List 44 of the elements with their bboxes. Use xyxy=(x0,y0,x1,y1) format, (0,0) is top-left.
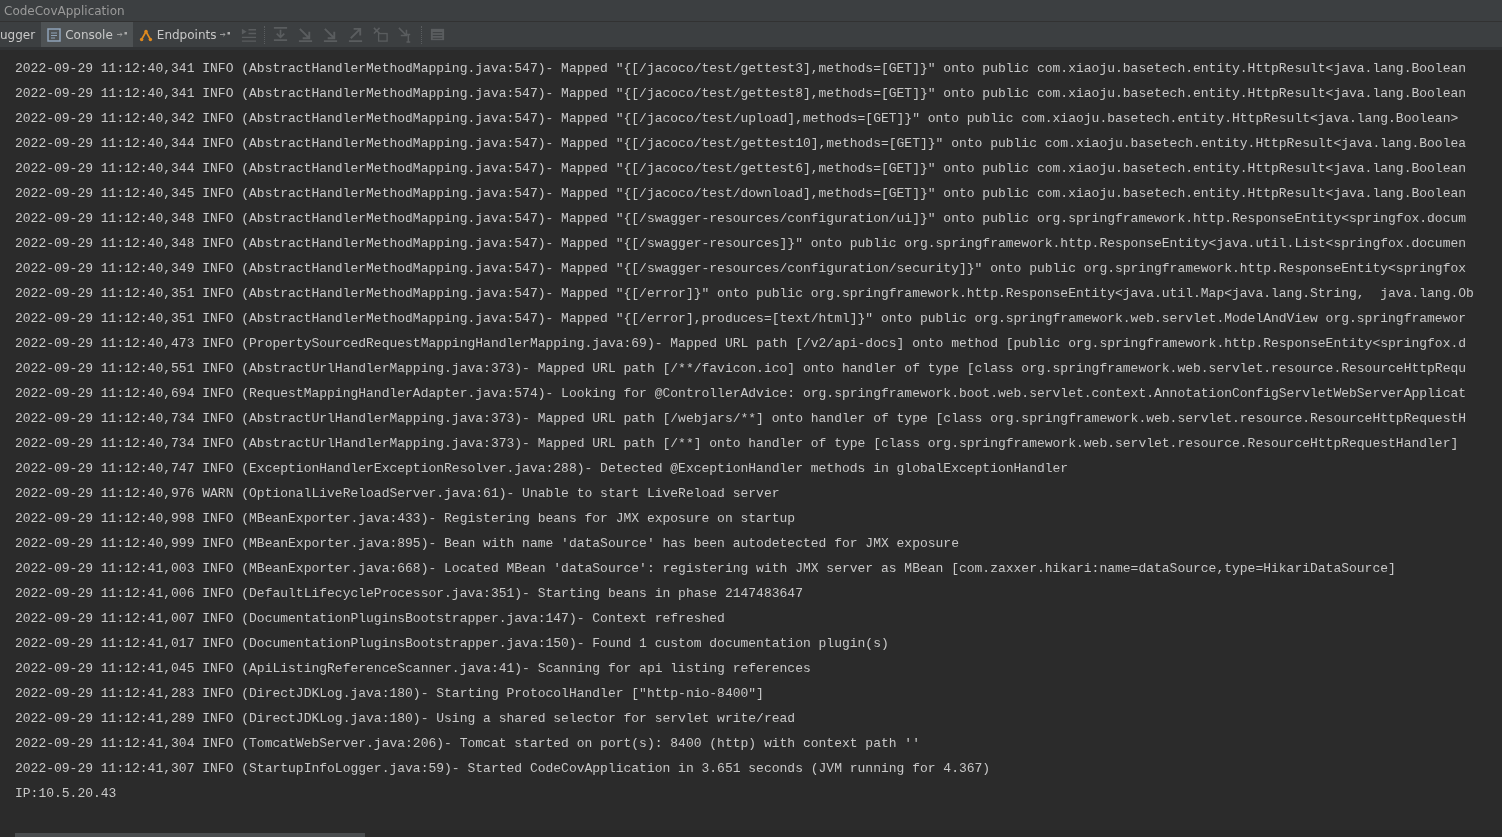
log-line: 2022-09-29 11:12:40,344 INFO (AbstractHandlerMethodMapping.java:547)- Mapped "{[/jacoco/test/gettest6],methods=[GET]}" onto public com.xiaoju.basetech.entity.HttpResult<java.lang.Boolean xyxy=(15,160,1468,178)
log-line: 2022-09-29 11:12:40,734 INFO (AbstractUrlHandlerMapping.java:373)- Mapped URL path [/webjars/**] onto handler of type [class org.springframework.web.servlet.resource.ResourceHttpRequestH xyxy=(15,410,1468,428)
log-line: 2022-09-29 11:12:40,351 INFO (AbstractHandlerMethodMapping.java:547)- Mapped "{[/error],produces=[text/html]}" onto public org.springframework.web.servlet.ModelAndView org.springframewor xyxy=(15,310,1468,328)
log-line: 2022-09-29 11:12:40,341 INFO (AbstractHandlerMethodMapping.java:547)- Mapped "{[/jacoco/test/gettest3],methods=[GET]}" onto public com.xiaoju.basetech.entity.HttpResult<java.lang.Boolean xyxy=(15,60,1468,78)
console-icon xyxy=(47,27,62,42)
log-line: 2022-09-29 11:12:40,344 INFO (AbstractHandlerMethodMapping.java:547)- Mapped "{[/jacoco/test/gettest10],methods=[GET]}" onto public com.xiaoju.basetech.entity.HttpResult<java.lang.Boolea xyxy=(15,135,1468,153)
log-line: 2022-09-29 11:12:40,342 INFO (AbstractHandlerMethodMapping.java:547)- Mapped "{[/jacoco/test/upload],methods=[GET]}" onto public com.xiaoju.basetech.entity.HttpResult<java.lang.Boolean> xyxy=(15,110,1460,128)
log-line: 2022-09-29 11:12:40,747 INFO (ExceptionHandlerExceptionResolver.java:288)- Detected @ExceptionHandler methods in globalExceptionHandler xyxy=(15,460,1070,478)
log-line: 2022-09-29 11:12:40,976 WARN (OptionalLiveReloadServer.java:61)- Unable to start LiveReload server xyxy=(15,485,781,503)
log-line: 2022-09-29 11:12:41,289 INFO (DirectJDKLog.java:180)- Using a shared selector for servlet write/read xyxy=(15,710,797,728)
arrow-down-right-icon[interactable] xyxy=(322,26,340,43)
clear-icon[interactable] xyxy=(372,26,390,43)
log-line: 2022-09-29 11:12:40,349 INFO (AbstractHandlerMethodMapping.java:547)- Mapped "{[/swagger-resources/configuration/security]}" onto public org.springframework.http.ResponseEntity<springfox xyxy=(15,260,1468,278)
log-line: IP:10.5.20.43 xyxy=(15,785,118,803)
scroll-down-icon[interactable] xyxy=(272,26,290,43)
log-line: 2022-09-29 11:12:40,473 INFO (PropertySourcedRequestMappingHandlerMapping.java:69)- Mapped URL path [/v2/api-docs] onto method [public org.springframework.http.ResponseEntity<springfox.d xyxy=(15,335,1468,353)
log-line: 2022-09-29 11:12:40,341 INFO (AbstractHandlerMethodMapping.java:547)- Mapped "{[/jacoco/test/gettest8],methods=[GET]}" onto public com.xiaoju.basetech.entity.HttpResult<java.lang.Boolean xyxy=(15,85,1468,103)
log-line: 2022-09-29 11:12:41,006 INFO (DefaultLifecycleProcessor.java:351)- Starting beans in phase 2147483647 xyxy=(15,585,804,603)
log-line: 2022-09-29 11:12:41,007 INFO (DocumentationPluginsBootstrapper.java:147)- Context refreshed xyxy=(15,610,726,628)
scrollbar-thumb[interactable] xyxy=(15,833,365,837)
scroll-to-end-icon[interactable] xyxy=(240,26,258,43)
log-line: 2022-09-29 11:12:41,017 INFO (DocumentationPluginsBootstrapper.java:150)- Found 1 custom documentation plugin(s) xyxy=(15,635,890,653)
log-line: 2022-09-29 11:12:40,351 INFO (AbstractHandlerMethodMapping.java:547)- Mapped "{[/error]}" onto public org.springframework.http.ResponseEntity<java.util.Map<java.lang.String, java.lang.Ob xyxy=(15,285,1475,303)
log-line: 2022-09-29 11:12:41,003 INFO (MBeanExporter.java:668)- Located MBean 'dataSource': registering with JMX server as MBean [com.zaxxer.hikari:name=dataSource,type=HikariDataSource] xyxy=(15,560,1397,578)
log-line: 2022-09-29 11:12:41,307 INFO (StartupInfoLogger.java:59)- Started CodeCovApplication in 3.651 seconds (JVM running for 4.367) xyxy=(15,760,992,778)
log-line: 2022-09-29 11:12:40,999 INFO (MBeanExporter.java:895)- Bean with name 'dataSource' has been autodetected for JMX exposure xyxy=(15,535,960,553)
tab[interactable]: ugger xyxy=(0,22,42,47)
tab[interactable]: Endpoints xyxy=(132,22,237,47)
log-line: 2022-09-29 11:12:40,348 INFO (AbstractHandlerMethodMapping.java:547)- Mapped "{[/swagger-resources/configuration/ui]}" onto public org.springframework.http.ResponseEntity<springfox.docum xyxy=(15,210,1468,228)
log-line: 2022-09-29 11:12:41,283 INFO (DirectJDKLog.java:180)- Starting ProtocolHandler ["http-nio-8400"] xyxy=(15,685,765,703)
tab[interactable]: Console xyxy=(41,22,133,47)
log-line: 2022-09-29 11:12:40,998 INFO (MBeanExporter.java:433)- Registering beans for JMX exposure on startup xyxy=(15,510,797,528)
log-line: 2022-09-29 11:12:40,348 INFO (AbstractHandlerMethodMapping.java:547)- Mapped "{[/swagger-resources]}" onto public org.springframework.http.ResponseEntity<java.util.List<springfox.documen xyxy=(15,235,1468,253)
log-line: 2022-09-29 11:12:40,551 INFO (AbstractUrlHandlerMapping.java:373)- Mapped URL path [/**/favicon.ico] onto handler of type [class org.springframework.web.servlet.resource.ResourceHttpRequ xyxy=(15,360,1468,378)
arrow-up-right-icon[interactable] xyxy=(347,26,365,43)
layout-icon[interactable] xyxy=(429,26,447,43)
log-line: 2022-09-29 11:12:41,304 INFO (TomcatWebServer.java:206)- Tomcat started on port(s): 8400 (http) with context path '' xyxy=(15,735,921,753)
arrow-down-right-icon[interactable] xyxy=(297,26,315,43)
nodes-icon xyxy=(138,27,153,42)
window-title: CodeCovApplication xyxy=(4,3,125,18)
log-line: 2022-09-29 11:12:40,345 INFO (AbstractHandlerMethodMapping.java:547)- Mapped "{[/jacoco/test/download],methods=[GET]}" onto public com.xiaoju.basetech.entity.HttpResult<java.lang.Boolean xyxy=(15,185,1468,203)
log-line: 2022-09-29 11:12:40,734 INFO (AbstractUrlHandlerMapping.java:373)- Mapped URL path [/**] onto handler of type [class org.springframework.web.servlet.resource.ResourceHttpRequestHandler] xyxy=(15,435,1460,453)
log-line: 2022-09-29 11:12:40,694 INFO (RequestMappingHandlerAdapter.java:574)- Looking for @ControllerAdvice: org.springframework.boot.web.servlet.context.AnnotationConfigServletWebServerApplicat xyxy=(15,385,1468,403)
log-line: 2022-09-29 11:12:41,045 INFO (ApiListingReferenceScanner.java:41)- Scanning for api listing references xyxy=(15,660,812,678)
